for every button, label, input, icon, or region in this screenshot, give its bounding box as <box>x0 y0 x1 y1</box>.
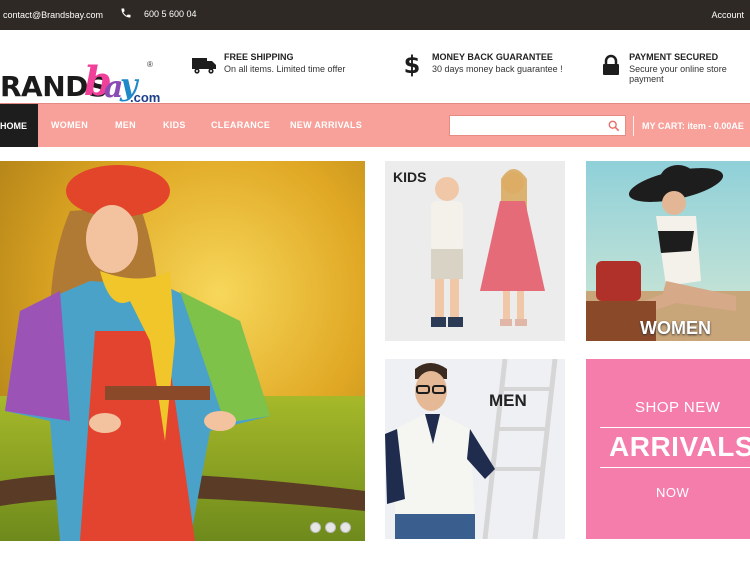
nav-home[interactable]: HOME <box>0 104 38 147</box>
top-bar: contact@Brandsbay.com 600 5 600 04 Accou… <box>0 0 750 30</box>
feature-subtitle: On all items. Limited time offer <box>224 64 346 74</box>
feature-money-back: $ MONEY BACK GUARANTEE 30 days money bac… <box>398 51 563 79</box>
nav-item-new-arrivals[interactable]: NEW ARRIVALS <box>290 120 362 130</box>
nav-item-men[interactable]: MEN <box>115 120 136 130</box>
promo-tile-new-arrivals[interactable]: SHOP NEW ARRIVALS NOW <box>586 359 750 539</box>
tile-label-men: MEN <box>489 391 527 410</box>
feature-subtitle: 30 days money back guarantee ! <box>432 64 563 74</box>
category-tile-men[interactable]: MEN <box>385 359 565 539</box>
feature-subtitle: Secure your online store payment <box>629 64 727 84</box>
truck-icon <box>190 52 218 78</box>
main-nav: HOME WOMEN MEN KIDS CLEARANCE NEW ARRIVA… <box>0 103 750 147</box>
phone-icon <box>121 8 131 18</box>
tile-label-women: WOMEN <box>640 318 711 338</box>
search-input[interactable] <box>450 116 600 136</box>
search-icon[interactable] <box>608 120 620 132</box>
phone-label: 600 5 600 04 <box>144 9 197 19</box>
lock-icon <box>598 52 623 78</box>
promo-divider-bottom <box>600 467 750 468</box>
logo-registered-mark: ® <box>147 60 153 69</box>
header: RANDS b a y ® .com FREE SHIPPING On all … <box>0 30 750 105</box>
feature-payment-secured: PAYMENT SECURED Secure your online store… <box>598 52 750 84</box>
promo-text-top: SHOP NEW <box>635 399 721 416</box>
feature-title: PAYMENT SECURED <box>629 52 719 62</box>
nav-item-clearance[interactable]: CLEARANCE <box>211 120 270 130</box>
slider-dot[interactable] <box>310 522 321 533</box>
account-link[interactable]: Account <box>711 10 744 20</box>
search-box <box>449 115 626 136</box>
contact-email[interactable]: contact@Brandsbay.com <box>3 10 103 20</box>
promo-text-bottom: NOW <box>656 485 690 500</box>
feature-title: FREE SHIPPING <box>224 52 294 62</box>
promo-text-main: ARRIVALS <box>609 431 750 462</box>
nav-item-women[interactable]: WOMEN <box>51 120 88 130</box>
category-tile-women[interactable]: WOMEN <box>586 161 750 341</box>
slider-dot[interactable] <box>340 522 351 533</box>
dollar-icon: $ <box>403 51 421 79</box>
slider-pagination <box>310 522 351 533</box>
tile-label-kids: KIDS <box>393 169 427 185</box>
nav-divider <box>633 116 634 136</box>
category-tile-kids[interactable]: KIDS <box>385 161 565 341</box>
nav-item-kids[interactable]: KIDS <box>163 120 186 130</box>
feature-title: MONEY BACK GUARANTEE <box>432 52 553 62</box>
feature-free-shipping: FREE SHIPPING On all items. Limited time… <box>190 52 345 78</box>
cart-summary[interactable]: MY CART: item - 0.00AE <box>642 121 744 131</box>
hero-slide-image[interactable] <box>0 161 365 541</box>
promo-divider-top <box>600 427 750 428</box>
phone-number: 600 5 600 04 <box>120 7 197 19</box>
slider-dot[interactable] <box>325 522 336 533</box>
